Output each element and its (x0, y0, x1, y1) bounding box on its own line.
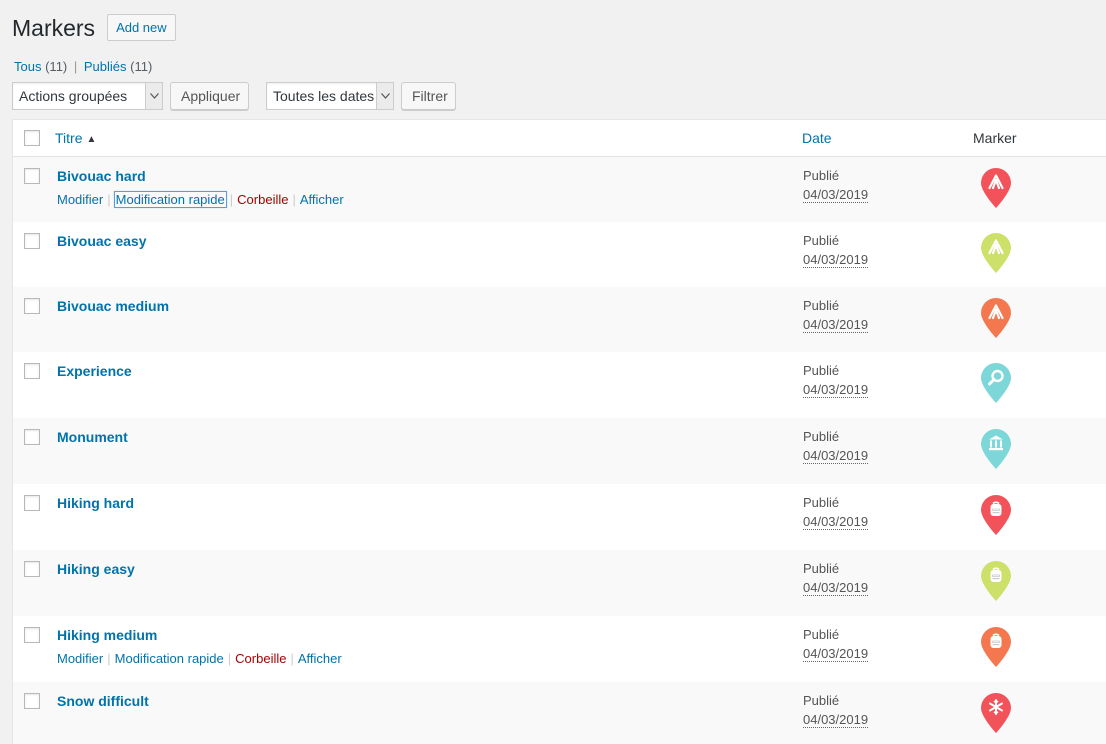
row-status: Publié (803, 363, 840, 378)
action-separator: | (107, 192, 111, 207)
row-checkbox[interactable] (24, 363, 40, 379)
dates-value: Toutes les dates (273, 88, 375, 104)
row-actions: Modifier | Modification rapide | Corbeille | A… (57, 651, 342, 666)
bulk-actions-value: Actions groupées (19, 88, 128, 104)
table-body: Bivouac hard Modifier | Modification rapide… (13, 157, 1106, 744)
row-status: Publié (803, 298, 840, 313)
table-row: Bivouac easy Publié 04/03/2019 (13, 222, 1106, 287)
row-date: 04/03/2019 (803, 382, 869, 398)
action-separator: | (107, 651, 111, 666)
page-title: Markers (12, 14, 96, 41)
action-separator: | (227, 651, 232, 666)
table-row: Bivouac medium Publié 04/03/2019 (13, 287, 1106, 352)
sort-asc-icon: ▲ (86, 134, 97, 145)
view-published-count: (11) (130, 59, 153, 74)
action-separator: | (229, 192, 234, 207)
table-row: Hiking easy Publié 04/03/2019 (13, 550, 1106, 616)
row-title-link[interactable]: Bivouac easy (57, 233, 147, 249)
row-date: 04/03/2019 (803, 252, 869, 268)
row-title-link[interactable]: Hiking hard (57, 495, 134, 511)
row-date: 04/03/2019 (803, 712, 869, 728)
quick-edit-link[interactable]: Modification rapide (115, 651, 224, 666)
map-pin-icon (981, 429, 1011, 469)
map-pin-icon (981, 495, 1011, 535)
row-status: Publié (803, 168, 840, 183)
tablenav-top: Actions groupées Appliquer Toutes les da… (12, 82, 456, 110)
row-date: 04/03/2019 (803, 514, 869, 530)
page-heading: Markers Add new (12, 14, 176, 41)
view-separator: | (73, 59, 78, 74)
row-date: 04/03/2019 (803, 448, 869, 464)
row-date: 04/03/2019 (803, 317, 869, 333)
row-title-link[interactable]: Bivouac medium (57, 298, 169, 314)
row-checkbox[interactable] (24, 168, 40, 184)
table-header: Titre ▲ Date Marker (13, 120, 1106, 157)
table-row: Monument Publié 04/03/2019 (13, 418, 1106, 484)
row-title-link[interactable]: Monument (57, 429, 128, 445)
row-checkbox[interactable] (24, 233, 40, 249)
row-date: 04/03/2019 (803, 646, 869, 662)
row-checkbox[interactable] (24, 298, 40, 314)
row-status: Publié (803, 495, 840, 510)
table-row: Hiking medium Modifier | Modification rapid… (13, 616, 1106, 682)
view-all-link[interactable]: Tous (11) (14, 59, 67, 74)
row-date: 04/03/2019 (803, 580, 869, 596)
action-separator: | (292, 192, 296, 207)
chevron-down-icon (145, 83, 162, 109)
row-title-link[interactable]: Bivouac hard (57, 168, 146, 184)
row-checkbox[interactable] (24, 693, 40, 709)
view-filters: Tous (11) | Publiés (11) (14, 59, 152, 74)
action-separator: | (290, 651, 294, 666)
dates-select[interactable]: Toutes les dates (266, 82, 394, 110)
view-published-link[interactable]: Publiés (11) (84, 59, 152, 74)
column-title-sort[interactable]: Titre ▲ (55, 130, 96, 146)
edit-link[interactable]: Modifier (57, 651, 103, 666)
apply-button[interactable]: Appliquer (170, 82, 249, 110)
row-status: Publié (803, 693, 840, 708)
trash-link[interactable]: Corbeille (235, 651, 286, 666)
row-status: Publié (803, 429, 840, 444)
map-pin-icon (981, 627, 1011, 667)
select-all-checkbox[interactable] (24, 130, 40, 146)
filter-button[interactable]: Filtrer (401, 82, 456, 110)
map-pin-icon (981, 168, 1011, 208)
row-checkbox[interactable] (24, 627, 40, 643)
markers-table: Titre ▲ Date Marker Bivouac hard Modifier |… (12, 119, 1106, 744)
row-title-link[interactable]: Snow difficult (57, 693, 149, 709)
row-actions: Modifier | Modification rapide | Corbeille | A… (57, 191, 344, 208)
map-pin-icon (981, 561, 1011, 601)
row-checkbox[interactable] (24, 495, 40, 511)
table-row: Experience Publié 04/03/2019 (13, 352, 1106, 418)
edit-link[interactable]: Modifier (57, 192, 103, 207)
view-all-count: (11) (45, 59, 68, 74)
row-title-link[interactable]: Hiking easy (57, 561, 135, 577)
map-pin-icon (981, 298, 1011, 338)
row-title-link[interactable]: Hiking medium (57, 627, 157, 643)
quick-edit-link[interactable]: Modification rapide (113, 191, 227, 208)
row-status: Publié (803, 627, 840, 642)
row-checkbox[interactable] (24, 561, 40, 577)
table-row: Snow difficult Publié 04/03/2019 (13, 682, 1106, 744)
map-pin-icon (981, 233, 1011, 273)
view-link[interactable]: Afficher (298, 651, 342, 666)
row-checkbox[interactable] (24, 429, 40, 445)
map-pin-icon (981, 363, 1011, 403)
add-new-button[interactable]: Add new (107, 14, 176, 41)
trash-link[interactable]: Corbeille (237, 192, 288, 207)
map-pin-icon (981, 693, 1011, 733)
row-title-link[interactable]: Experience (57, 363, 132, 379)
view-link[interactable]: Afficher (300, 192, 344, 207)
row-status: Publié (803, 561, 840, 576)
row-status: Publié (803, 233, 840, 248)
table-row: Bivouac hard Modifier | Modification rapide… (13, 157, 1106, 222)
column-date-sort[interactable]: Date (802, 130, 832, 146)
bulk-actions-select[interactable]: Actions groupées (12, 82, 163, 110)
row-date: 04/03/2019 (803, 187, 869, 203)
column-marker: Marker (973, 130, 1017, 146)
table-row: Hiking hard Publié 04/03/2019 (13, 484, 1106, 550)
chevron-down-icon (376, 83, 393, 109)
